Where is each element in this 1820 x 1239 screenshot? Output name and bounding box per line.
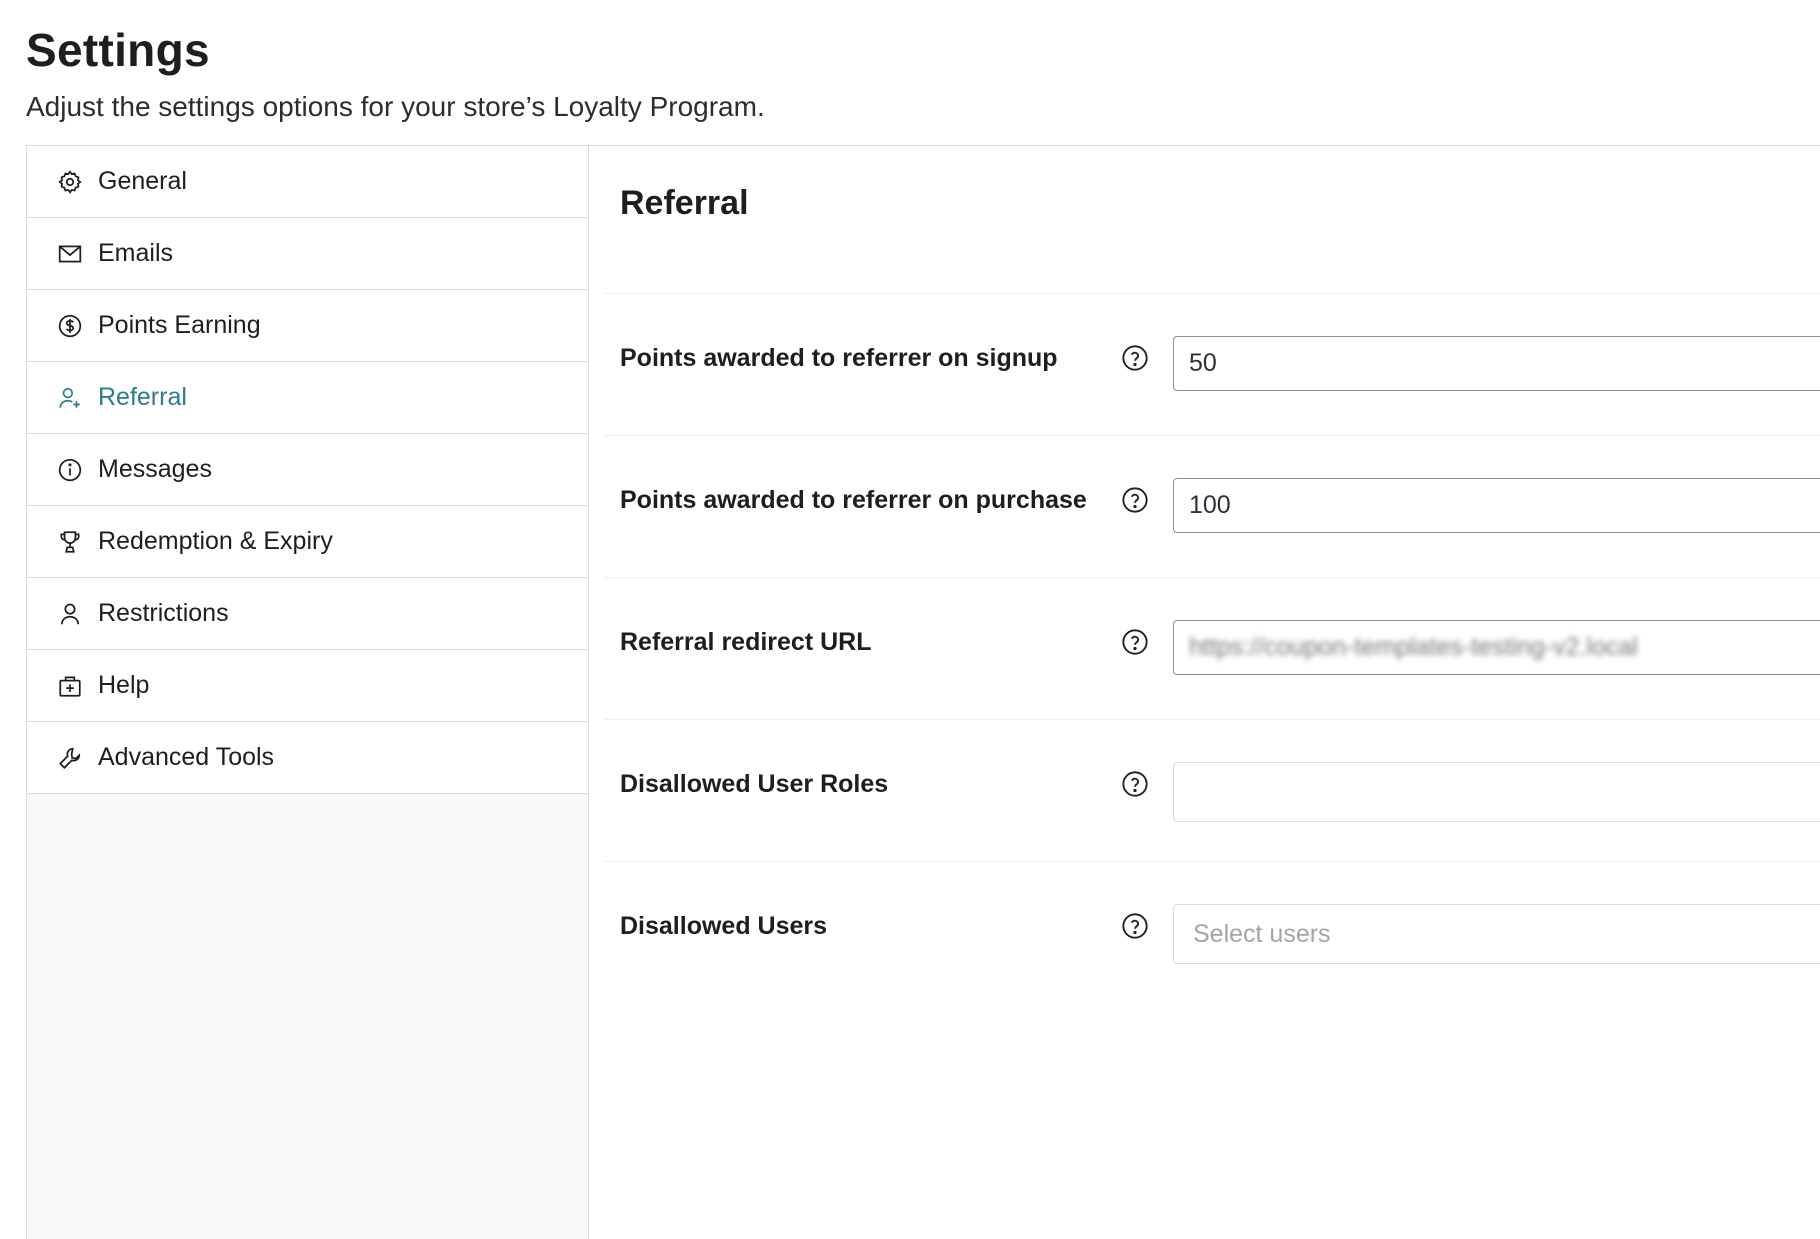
field-label: Disallowed Users [620, 912, 828, 940]
purchase-points-input[interactable]: 100 [1173, 478, 1820, 533]
redirect-url-input[interactable]: https://coupon-templates-testing-v2.loca… [1173, 620, 1820, 675]
settings-layout: General Emails Points Earning Referral M… [26, 145, 1820, 1239]
sidebar-item-restrictions[interactable]: Restrictions [27, 578, 588, 650]
sidebar-item-help[interactable]: Help [27, 650, 588, 722]
sidebar-item-label: Restrictions [98, 599, 229, 627]
sidebar-item-label: Help [98, 671, 150, 699]
help-icon[interactable] [1121, 486, 1149, 514]
user-icon [56, 600, 84, 628]
user-plus-icon [56, 384, 84, 412]
field-label: Referral redirect URL [620, 628, 872, 656]
input-value: 100 [1189, 491, 1231, 519]
sidebar-item-label: General [98, 167, 187, 195]
field-label: Points awarded to referrer on signup [620, 344, 1058, 372]
trophy-icon [56, 528, 84, 556]
sidebar-item-label: Referral [98, 383, 187, 411]
field-label: Disallowed User Roles [620, 770, 889, 798]
help-kit-icon [56, 672, 84, 700]
help-icon[interactable] [1121, 628, 1149, 656]
page-title: Settings [26, 24, 210, 76]
envelope-icon [56, 240, 84, 268]
input-value: 50 [1189, 349, 1217, 377]
sidebar-item-referral[interactable]: Referral [27, 362, 588, 434]
field-label: Points awarded to referrer on purchase [620, 486, 1087, 514]
settings-form: Points awarded to referrer on signup 50 … [605, 293, 1820, 1003]
help-icon[interactable] [1121, 344, 1149, 372]
wrench-icon [56, 744, 84, 772]
sidebar-item-points-earning[interactable]: Points Earning [27, 290, 588, 362]
setting-row-disallowed-users: Disallowed Users Select users [605, 861, 1820, 1003]
sidebar-item-redemption-expiry[interactable]: Redemption & Expiry [27, 506, 588, 578]
gear-icon [56, 168, 84, 196]
sidebar-item-label: Messages [98, 455, 212, 483]
sidebar-item-label: Points Earning [98, 311, 261, 339]
help-icon[interactable] [1121, 912, 1149, 940]
page-subtitle: Adjust the settings options for your sto… [26, 91, 765, 122]
page-header: Settings Adjust the settings options for… [26, 22, 765, 124]
disallowed-users-select[interactable]: Select users [1173, 904, 1820, 964]
sidebar-item-advanced-tools[interactable]: Advanced Tools [27, 722, 588, 794]
section-title: Referral [620, 184, 749, 222]
setting-row-purchase-points: Points awarded to referrer on purchase 1… [605, 435, 1820, 577]
dollar-circle-icon [56, 312, 84, 340]
setting-row-redirect-url: Referral redirect URL https://coupon-tem… [605, 577, 1820, 719]
sidebar-item-label: Emails [98, 239, 174, 267]
signup-points-input[interactable]: 50 [1173, 336, 1820, 391]
settings-content: Referral Points awarded to referrer on s… [590, 146, 1820, 1239]
input-placeholder: Select users [1193, 919, 1331, 948]
setting-row-signup-points: Points awarded to referrer on signup 50 [605, 293, 1820, 435]
setting-row-disallowed-roles: Disallowed User Roles [605, 719, 1820, 861]
disallowed-roles-select[interactable] [1173, 762, 1820, 822]
settings-sidebar: General Emails Points Earning Referral M… [26, 146, 589, 1239]
sidebar-item-label: Redemption & Expiry [98, 527, 333, 555]
help-icon[interactable] [1121, 770, 1149, 798]
sidebar-item-messages[interactable]: Messages [27, 434, 588, 506]
input-value: https://coupon-templates-testing-v2.loca… [1189, 633, 1638, 661]
sidebar-item-general[interactable]: General [27, 146, 588, 218]
info-circle-icon [56, 456, 84, 484]
sidebar-item-label: Advanced Tools [98, 743, 275, 771]
sidebar-item-emails[interactable]: Emails [27, 218, 588, 290]
